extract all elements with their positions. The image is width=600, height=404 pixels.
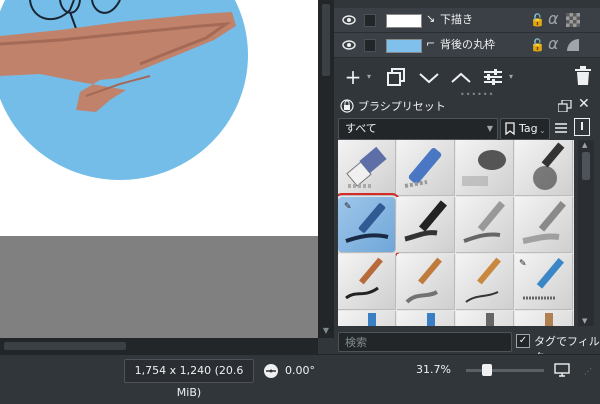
properties-dropdown-icon[interactable]: ▾: [506, 66, 516, 88]
sliders-icon[interactable]: [482, 68, 504, 86]
lock-icon[interactable]: 🔓: [530, 38, 545, 52]
scrollbar-thumb[interactable]: [322, 4, 330, 76]
duplicate-icon[interactable]: [386, 67, 406, 87]
opacity-icon[interactable]: [566, 38, 580, 52]
scrollbar-thumb[interactable]: [4, 342, 126, 350]
rotation-icon: [264, 364, 278, 378]
svg-text:✎: ✎: [519, 259, 527, 269]
layer-thumbnail: [386, 14, 422, 28]
brush-preset-soft-pencil[interactable]: [515, 197, 573, 253]
chevron-down-icon[interactable]: [418, 70, 440, 86]
brush-preset-airbrush[interactable]: [456, 140, 514, 196]
layer-thumbnail: [386, 39, 422, 53]
brush-preset-selected-pen[interactable]: ✎: [338, 193, 400, 257]
canvas-paper[interactable]: [0, 0, 318, 236]
brush-preset-fine-brush[interactable]: [456, 254, 514, 310]
trash-icon[interactable]: [574, 66, 592, 86]
scrollbar-thumb[interactable]: [582, 152, 590, 180]
brush-preset-row4-1[interactable]: [338, 311, 396, 326]
layer-name: 背後の丸枠: [440, 38, 495, 51]
list-view-icon[interactable]: [554, 121, 568, 135]
lock-docker-icon[interactable]: [340, 99, 354, 113]
chevron-up-icon[interactable]: [450, 70, 472, 86]
eye-icon[interactable]: [342, 14, 356, 26]
right-docker: ↘ 下描き 🔓 α ⌐ 背後の丸枠 🔓 α + ▾ ▾ •••••• ブラシプリ…: [334, 0, 600, 364]
tag-button[interactable]: Tag ⌄: [500, 118, 550, 140]
artwork: [0, 0, 248, 180]
brush-preset-row4-3[interactable]: [456, 311, 514, 326]
brush-presets-header: ブラシプリセット ✕: [334, 96, 600, 116]
brush-presets-title: ブラシプリセット: [358, 100, 446, 113]
layer-row[interactable]: ↘ 下描き 🔓 α: [334, 8, 600, 33]
status-bar: 1,754 x 1,240 (20.6 MiB) 0.00° 31.7% ⋰: [0, 354, 600, 399]
canvas-horizontal-scrollbar[interactable]: [0, 338, 318, 354]
float-docker-icon[interactable]: [558, 100, 572, 112]
zoom-slider[interactable]: [466, 364, 544, 376]
eye-icon[interactable]: [342, 39, 356, 51]
preset-filter-combo[interactable]: すべて ▼: [338, 118, 498, 140]
vector-layer-icon: ⌐: [426, 37, 436, 50]
brush-preset-wet-brush[interactable]: [397, 254, 455, 310]
add-layer-dropdown-icon[interactable]: ▾: [364, 66, 374, 88]
scroll-up-arrow-icon[interactable]: ▲: [582, 141, 587, 149]
resize-grip-icon: ⋰: [584, 367, 592, 376]
brush-preset-ink-brush[interactable]: [338, 254, 396, 310]
inherit-alpha-icon[interactable]: [566, 13, 580, 27]
layer-row[interactable]: ⌐ 背後の丸枠 🔓 α: [334, 33, 600, 58]
chevron-down-icon: ⌄: [539, 126, 546, 135]
canvas-vertical-scrollbar[interactable]: ▼: [318, 0, 334, 338]
chevron-down-icon: ▼: [486, 124, 493, 133]
scroll-down-arrow-icon[interactable]: ▼: [318, 324, 334, 338]
brush-preset-grid: ✎ ✎: [338, 140, 574, 326]
svg-text:✎: ✎: [344, 202, 352, 212]
brush-preset-silver-pen[interactable]: [456, 197, 514, 253]
layer-checkbox[interactable]: [364, 39, 376, 52]
monitor-icon[interactable]: [554, 363, 570, 377]
brush-preset-row4-2[interactable]: [397, 311, 455, 326]
add-layer-button[interactable]: +: [342, 66, 364, 88]
brush-preset-eraser[interactable]: [338, 140, 396, 196]
zoom-slider-handle[interactable]: [482, 364, 492, 376]
preset-filter-value: すべて: [345, 122, 377, 135]
bookmark-icon: [505, 122, 515, 135]
close-docker-icon[interactable]: ✕: [578, 96, 590, 112]
vector-layer-icon: ↘: [426, 12, 436, 25]
rotation-value: 0.00°: [285, 364, 315, 377]
image-dimensions[interactable]: 1,754 x 1,240 (20.6 MiB): [124, 359, 254, 399]
search-placeholder: 検索: [345, 336, 367, 349]
brush-preset-airbrush-soft[interactable]: [515, 140, 573, 196]
preset-search-input[interactable]: 検索: [338, 332, 512, 352]
layer-name: 下描き: [440, 13, 473, 26]
scroll-down-arrow-icon[interactable]: ▼: [582, 317, 587, 325]
layer-checkbox[interactable]: [364, 14, 376, 27]
rotation-display[interactable]: 0.00°: [258, 359, 320, 383]
canvas-area[interactable]: [0, 0, 318, 338]
brush-preset-blue-pen[interactable]: [397, 140, 455, 196]
filter-by-tag-checkbox[interactable]: ✓: [516, 334, 530, 348]
preset-grid-scrollbar[interactable]: ▲ ▼: [578, 140, 594, 326]
brush-preset-row4-4[interactable]: [515, 311, 573, 326]
zoom-level[interactable]: 31.7%: [416, 359, 451, 381]
tag-label: Tag: [519, 122, 538, 135]
lock-icon[interactable]: 🔓: [530, 13, 545, 27]
view-options-icon[interactable]: [574, 118, 590, 136]
brush-preset-marker[interactable]: [397, 197, 455, 253]
brush-preset-pencil[interactable]: ✎: [515, 254, 573, 310]
alpha-lock-icon[interactable]: α: [548, 34, 559, 53]
alpha-lock-icon[interactable]: α: [548, 9, 559, 28]
